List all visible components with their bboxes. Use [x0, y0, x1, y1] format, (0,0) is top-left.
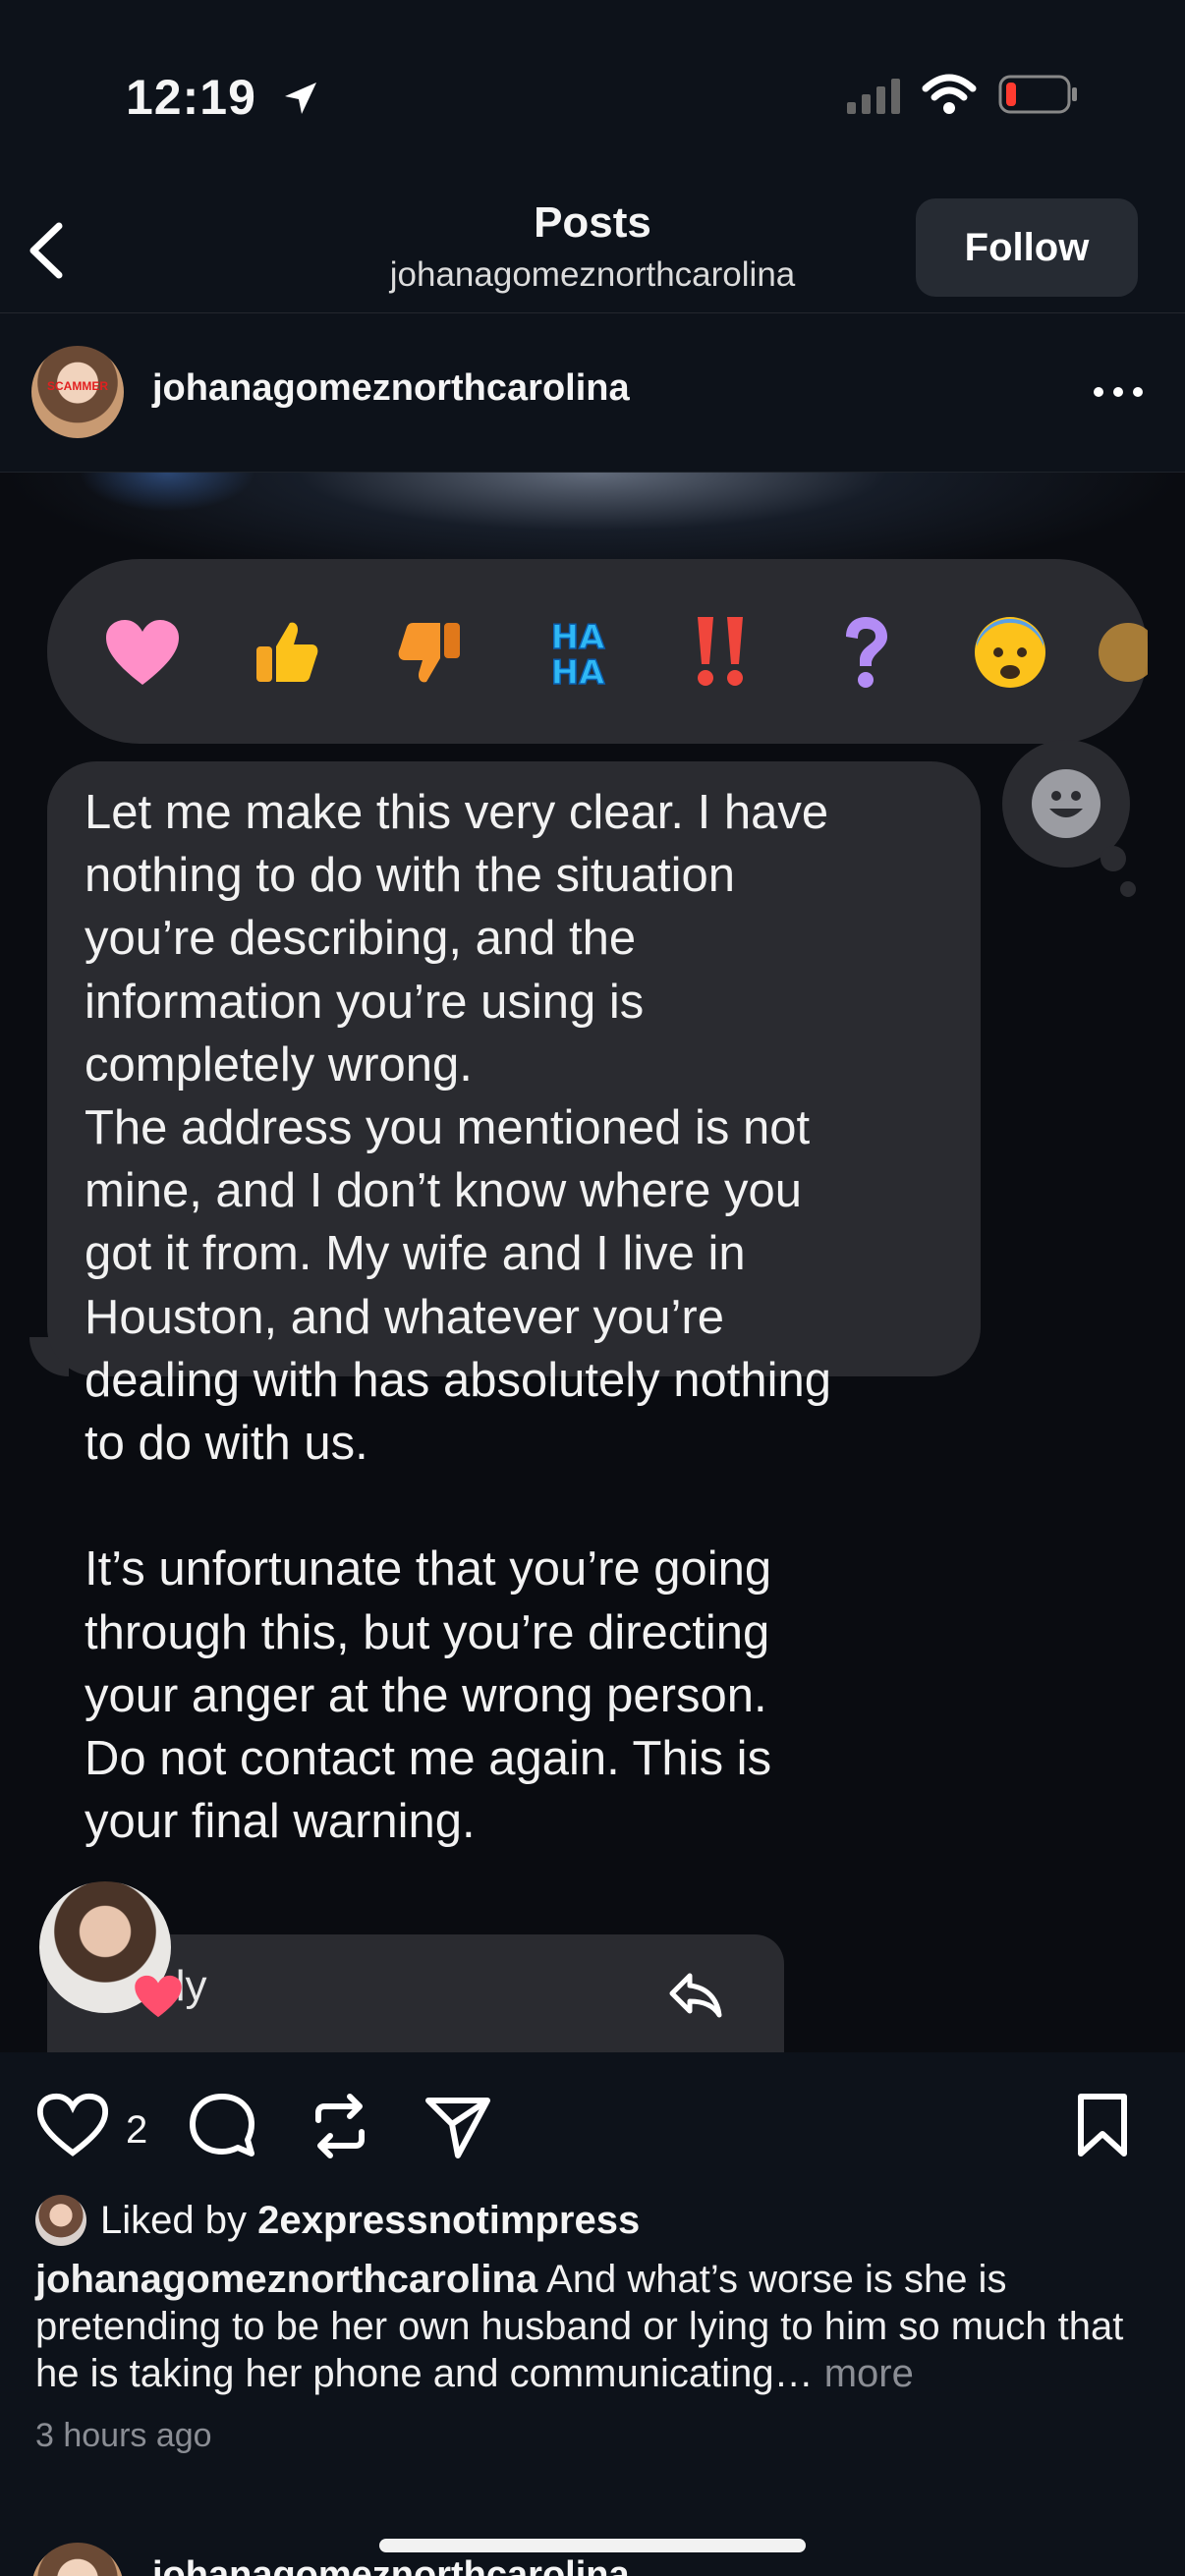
next-post-avatar[interactable]	[31, 2543, 124, 2576]
haha-icon: HA HA	[534, 608, 622, 697]
post-username[interactable]: johanagomeznorthcarolina	[152, 367, 630, 410]
like-count[interactable]: 2	[126, 2108, 147, 2153]
message-bubble: Let me make this very clear. I have noth…	[47, 761, 981, 1848]
liked-by-prefix: Liked by	[100, 2199, 258, 2242]
like-button[interactable]	[35, 2091, 114, 2169]
post-header: SCAMMER johanagomeznorthcarolina	[0, 314, 1185, 473]
liker-avatar	[35, 2195, 86, 2246]
liked-by-text: Liked by 2expressnotimpress	[100, 2199, 640, 2243]
liked-by-user[interactable]: 2expressnotimpress	[257, 2199, 640, 2242]
comment-icon	[190, 2094, 254, 2156]
ellipsis-icon	[1094, 387, 1143, 397]
message-text: Let me make this very clear. I have noth…	[85, 786, 832, 1849]
question-mark-icon	[821, 608, 910, 697]
emoji-bubble-tail	[1100, 846, 1126, 871]
comment-button[interactable]	[187, 2091, 265, 2169]
emoji-bubble-tail-small	[1120, 881, 1136, 897]
smiley-icon	[1032, 769, 1100, 838]
clock-text: 12:19	[126, 70, 256, 125]
svg-text:HA: HA	[551, 618, 605, 657]
paper-plane-icon	[425, 2098, 490, 2158]
reaction-bar: HA HA	[47, 559, 1148, 744]
partial-emoji-icon	[1089, 608, 1148, 697]
status-bar: 12:19	[0, 0, 1185, 167]
next-post-username[interactable]: johanagomeznorthcarolina	[152, 2554, 630, 2576]
follow-button[interactable]: Follow	[916, 198, 1138, 297]
wifi-icon	[922, 73, 977, 121]
avatar[interactable]: SCAMMER	[31, 346, 124, 438]
post-actions: 2	[0, 2053, 1185, 2181]
battery-low-icon	[998, 75, 1079, 119]
status-time: 12:19	[126, 69, 320, 130]
caption-more-link[interactable]: more	[814, 2352, 914, 2395]
heart-outline-icon	[36, 2093, 109, 2156]
repost-button[interactable]	[305, 2091, 383, 2169]
post-caption: johanagomeznorthcarolina And what’s wors…	[35, 2256, 1156, 2397]
light-glow-blue	[79, 473, 255, 512]
reply-arrow-icon	[666, 1964, 725, 2028]
location-arrow-icon	[281, 73, 320, 130]
post-image[interactable]: HA HA Let me make this very clear. I hav…	[0, 473, 1185, 2052]
thumbs-down-icon	[386, 608, 475, 697]
home-indicator[interactable]	[379, 2539, 806, 2552]
more-options-button[interactable]	[1089, 377, 1148, 407]
avatar-tag: SCAMMER	[47, 379, 108, 393]
bookmark-icon	[1078, 2094, 1127, 2156]
posts-header: Posts johanagomeznorthcarolina Follow	[0, 177, 1185, 313]
share-button[interactable]	[423, 2091, 501, 2169]
double-exclamation-icon	[676, 608, 764, 697]
anxious-face-icon	[966, 608, 1054, 697]
heart-reaction-icon	[134, 1974, 183, 2023]
instagram-post-page: 12:19 Posts johanagomeznorthcarolina Fol…	[0, 0, 1185, 2576]
pink-heart-icon	[98, 608, 187, 697]
post-timestamp: 3 hours ago	[35, 2417, 212, 2454]
thumbs-up-icon	[242, 608, 330, 697]
save-button[interactable]	[1073, 2091, 1152, 2169]
repost-icon	[315, 2094, 365, 2158]
cellular-signal-icon	[847, 79, 906, 119]
caption-username[interactable]: johanagomeznorthcarolina	[35, 2258, 537, 2301]
svg-text:HA: HA	[551, 653, 605, 692]
